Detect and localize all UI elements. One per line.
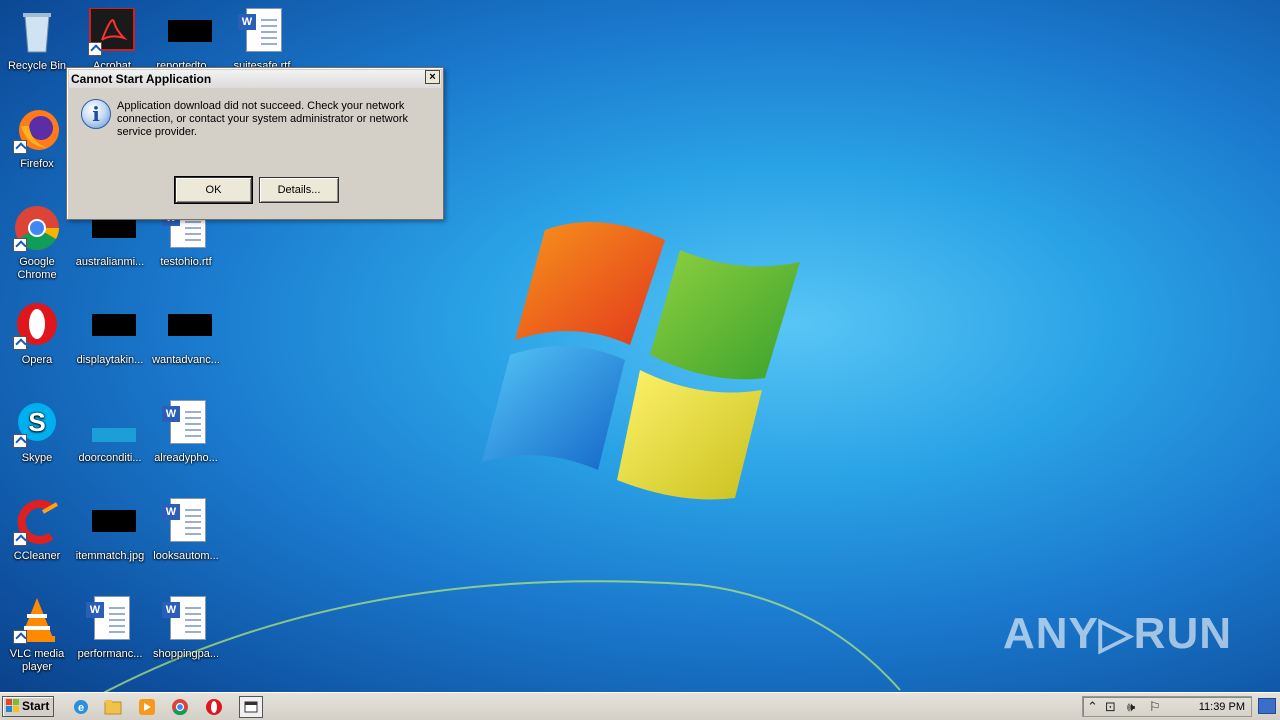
desktop-icon-file[interactable]: W looksautom... bbox=[149, 498, 223, 563]
desktop-icon-file[interactable]: W suitesafe.rtf bbox=[225, 8, 299, 73]
anyrun-watermark: ANY▷RUN bbox=[1002, 609, 1232, 658]
desktop-icon-label: performanc... bbox=[77, 648, 143, 660]
desktop-icon-acrobat[interactable]: Acrobat bbox=[75, 7, 149, 73]
desktop-icon-file[interactable]: W shoppingpa... bbox=[149, 596, 223, 661]
desktop-icon-file[interactable]: itemmatch.jpg bbox=[73, 498, 147, 563]
desktop-icon-label: wantadvanc... bbox=[152, 354, 220, 366]
image-file-icon bbox=[86, 498, 136, 546]
vlc-icon bbox=[13, 596, 61, 644]
file-icon bbox=[86, 302, 136, 350]
desktop-icon-label: VLC media player bbox=[9, 648, 65, 673]
volume-icon[interactable]: 🕪 bbox=[1127, 699, 1135, 715]
logo-green-pane bbox=[650, 250, 800, 380]
start-button[interactable]: Start bbox=[2, 696, 54, 717]
shortcut-arrow-icon bbox=[13, 434, 27, 448]
file-icon bbox=[86, 400, 136, 448]
desktop-icon-file[interactable]: W alreadypho... bbox=[149, 400, 223, 465]
desktop-icon-file[interactable]: wantadvanc... bbox=[149, 302, 223, 367]
dialog-message: Application download did not succeed. Ch… bbox=[117, 100, 409, 138]
word-document-icon: W bbox=[238, 8, 286, 56]
logo-red-pane bbox=[515, 222, 665, 345]
shortcut-arrow-icon bbox=[13, 140, 27, 154]
skype-icon: S bbox=[13, 400, 61, 448]
desktop-icon-opera[interactable]: Opera bbox=[0, 302, 74, 367]
app-window-icon[interactable] bbox=[239, 696, 263, 718]
word-document-icon: W bbox=[162, 498, 210, 546]
ok-button[interactable]: OK bbox=[174, 176, 253, 204]
shortcut-arrow-icon bbox=[13, 532, 27, 546]
system-tray: ⌃ ⊡ 🕪 ⚐ 11:39 PM bbox=[1082, 696, 1252, 717]
explorer-icon[interactable] bbox=[104, 698, 122, 716]
show-hidden-icons-icon[interactable]: ⌃ bbox=[1087, 699, 1098, 715]
info-icon: i bbox=[81, 99, 111, 129]
network-icon[interactable]: ⊡ bbox=[1105, 699, 1116, 715]
action-center-flag-icon[interactable]: ⚐ bbox=[1149, 699, 1161, 715]
desktop-icon-label: Skype bbox=[21, 452, 53, 464]
desktop-icon-label: Google Chrome bbox=[17, 256, 57, 281]
desktop-icon-label: Recycle Bin bbox=[7, 60, 67, 72]
taskbar: Start e ⌃ ⊡ 🕪 ⚐ 11:39 PM bbox=[0, 692, 1280, 720]
shortcut-arrow-icon bbox=[13, 336, 27, 350]
internet-explorer-icon[interactable]: e bbox=[72, 698, 90, 716]
desktop-icon-vlc[interactable]: VLC media player bbox=[0, 596, 74, 674]
desktop-icon-skype[interactable]: S Skype bbox=[0, 400, 74, 465]
desktop-icon-label: itemmatch.jpg bbox=[75, 550, 145, 562]
word-document-icon: W bbox=[86, 596, 134, 644]
desktop-icon-label: Firefox bbox=[20, 158, 54, 170]
media-player-icon[interactable] bbox=[138, 698, 156, 716]
desktop-icon-label: shoppingpa... bbox=[152, 648, 220, 660]
desktop-icon-file[interactable]: doorconditi... bbox=[73, 400, 147, 465]
desktop-icon-file[interactable]: W performanc... bbox=[73, 596, 147, 661]
desktop-icon-label: alreadypho... bbox=[154, 452, 218, 464]
dialog-title: Cannot Start Application bbox=[69, 70, 441, 88]
logo-yellow-pane bbox=[617, 370, 762, 500]
shortcut-arrow-icon bbox=[88, 42, 102, 56]
close-button[interactable]: × bbox=[425, 70, 440, 84]
shortcut-arrow-icon bbox=[13, 630, 27, 644]
start-label: Start bbox=[22, 699, 50, 713]
acrobat-icon bbox=[88, 7, 136, 56]
desktop-icon-firefox[interactable]: Firefox bbox=[0, 106, 74, 171]
desktop-icon-label: Opera bbox=[21, 354, 53, 366]
shortcut-arrow-icon bbox=[13, 238, 27, 252]
desktop-icon-recycle-bin[interactable]: Recycle Bin bbox=[0, 8, 74, 73]
svg-text:e: e bbox=[78, 702, 84, 714]
windows-flag-icon bbox=[6, 699, 19, 712]
desktop-icon-label: australianmi... bbox=[75, 256, 145, 268]
svg-text:S: S bbox=[28, 407, 45, 437]
desktop-icon-label: looksautom... bbox=[153, 550, 219, 562]
file-icon bbox=[162, 8, 212, 56]
chrome-icon[interactable] bbox=[171, 698, 189, 716]
desktop-icon-chrome[interactable]: Google Chrome bbox=[0, 204, 74, 282]
desktop-icon-label: displaytakin... bbox=[76, 354, 144, 366]
chrome-icon bbox=[13, 204, 61, 252]
desktop-icon-label: testohio.rtf bbox=[160, 256, 212, 268]
desktop-icon-file[interactable]: displaytakin... bbox=[73, 302, 147, 367]
details-button[interactable]: Details... bbox=[259, 177, 339, 203]
firefox-icon bbox=[13, 106, 61, 154]
desktop-icon-label: doorconditi... bbox=[78, 452, 142, 464]
file-icon bbox=[162, 302, 212, 350]
ccleaner-icon bbox=[13, 498, 61, 546]
show-desktop-icon[interactable] bbox=[1258, 698, 1276, 714]
logo-blue-pane bbox=[482, 346, 625, 470]
desktop-icon-file[interactable]: reportedto... bbox=[149, 8, 223, 73]
desktop-icon-label: CCleaner bbox=[13, 550, 61, 562]
cannot-start-application-dialog: Cannot Start Application × i Application… bbox=[66, 67, 444, 220]
opera-icon[interactable] bbox=[205, 698, 223, 716]
recycle-bin-icon bbox=[13, 8, 61, 56]
clock[interactable]: 11:39 PM bbox=[1199, 697, 1245, 717]
word-document-icon: W bbox=[162, 400, 210, 448]
word-document-icon: W bbox=[162, 596, 210, 644]
opera-icon bbox=[13, 302, 61, 350]
desktop-icon-ccleaner[interactable]: CCleaner bbox=[0, 498, 74, 563]
